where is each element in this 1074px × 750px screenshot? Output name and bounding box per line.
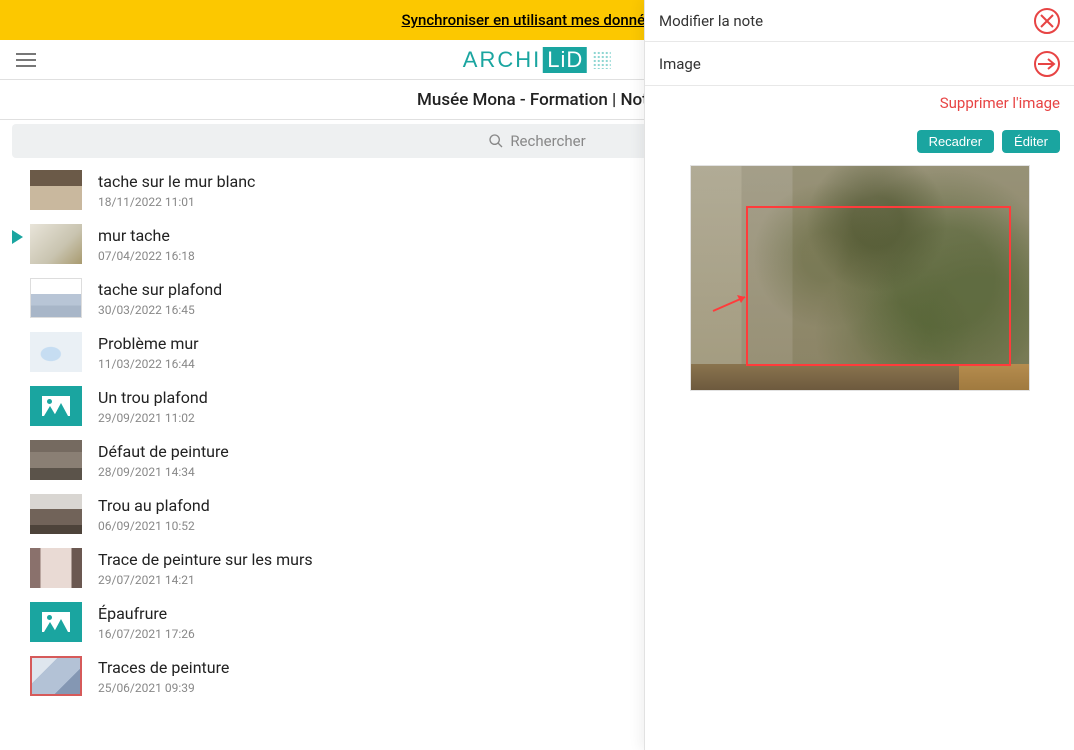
- note-thumbnail: [30, 548, 82, 588]
- panel-actions: Supprimer l'image Recadrer Éditer: [645, 86, 1074, 153]
- note-thumbnail: [30, 386, 82, 426]
- panel-title: Modifier la note: [659, 12, 763, 30]
- crop-button[interactable]: Recadrer: [917, 130, 994, 153]
- note-title: tache sur plafond: [98, 280, 222, 299]
- active-indicator-icon: [12, 230, 23, 244]
- close-icon: [1040, 14, 1054, 28]
- annotation-arrow-icon: [711, 291, 751, 315]
- note-text: Traces de peinture 25/06/2021 09:39: [98, 656, 229, 695]
- note-date: 07/04/2022 16:18: [98, 249, 195, 263]
- panel-section-header: Image: [645, 42, 1074, 86]
- note-text: Problème mur 11/03/2022 16:44: [98, 332, 199, 371]
- next-button[interactable]: [1034, 51, 1060, 77]
- note-title: Trace de peinture sur les murs: [98, 550, 313, 569]
- note-thumbnail: [30, 494, 82, 534]
- search-placeholder: Rechercher: [510, 132, 585, 150]
- note-text: Trou au plafond 06/09/2021 10:52: [98, 494, 210, 533]
- note-date: 29/09/2021 11:02: [98, 411, 208, 425]
- note-thumbnail: [30, 224, 82, 264]
- logo-part1: ARCHI: [463, 47, 541, 73]
- placeholder-image-icon: [42, 396, 70, 416]
- note-image[interactable]: [690, 165, 1030, 391]
- note-title: tache sur le mur blanc: [98, 172, 255, 191]
- note-thumbnail: [30, 332, 82, 372]
- note-title: Défaut de peinture: [98, 442, 229, 461]
- delete-image-link[interactable]: Supprimer l'image: [659, 94, 1060, 112]
- note-text: tache sur plafond 30/03/2022 16:45: [98, 278, 222, 317]
- note-text: Défaut de peinture 28/09/2021 14:34: [98, 440, 229, 479]
- placeholder-image-icon: [42, 612, 70, 632]
- note-text: Un trou plafond 29/09/2021 11:02: [98, 386, 208, 425]
- panel-header: Modifier la note: [645, 0, 1074, 42]
- close-button[interactable]: [1034, 8, 1060, 34]
- note-title: Traces de peinture: [98, 658, 229, 677]
- note-title: Problème mur: [98, 334, 199, 353]
- edit-button[interactable]: Éditer: [1002, 130, 1060, 153]
- note-text: Épaufrure 16/07/2021 17:26: [98, 602, 195, 641]
- annotation-rectangle: [746, 206, 1011, 366]
- note-date: 06/09/2021 10:52: [98, 519, 210, 533]
- note-thumbnail: [30, 656, 82, 696]
- note-text: tache sur le mur blanc 18/11/2022 11:01: [98, 170, 255, 209]
- note-thumbnail: [30, 278, 82, 318]
- sync-banner-text: Synchroniser en utilisant mes données c: [402, 11, 673, 29]
- note-thumbnail: [30, 440, 82, 480]
- app-logo: ARCHI LiD: [463, 47, 611, 73]
- menu-button[interactable]: [16, 48, 40, 72]
- note-date: 25/06/2021 09:39: [98, 681, 229, 695]
- note-thumbnail: [30, 170, 82, 210]
- search-icon: [488, 133, 504, 149]
- note-date: 28/09/2021 14:34: [98, 465, 229, 479]
- note-date: 18/11/2022 11:01: [98, 195, 255, 209]
- note-text: mur tache 07/04/2022 16:18: [98, 224, 195, 263]
- note-date: 30/03/2022 16:45: [98, 303, 222, 317]
- arrow-right-icon: [1038, 57, 1056, 71]
- note-date: 16/07/2021 17:26: [98, 627, 195, 641]
- note-date: 29/07/2021 14:21: [98, 573, 313, 587]
- breadcrumb-text: Musée Mona - Formation | Note: [417, 90, 657, 110]
- image-floor: [959, 364, 1029, 390]
- note-date: 11/03/2022 16:44: [98, 357, 199, 371]
- note-thumbnail: [30, 602, 82, 642]
- edit-note-panel: Modifier la note Image Supprimer l'image…: [644, 0, 1074, 750]
- logo-part2: LiD: [543, 47, 587, 73]
- panel-section-label: Image: [659, 55, 701, 73]
- note-title: mur tache: [98, 226, 195, 245]
- note-title: Trou au plafond: [98, 496, 210, 515]
- note-text: Trace de peinture sur les murs 29/07/2021…: [98, 548, 313, 587]
- logo-dots-icon: [593, 51, 611, 69]
- note-title: Un trou plafond: [98, 388, 208, 407]
- note-title: Épaufrure: [98, 604, 195, 623]
